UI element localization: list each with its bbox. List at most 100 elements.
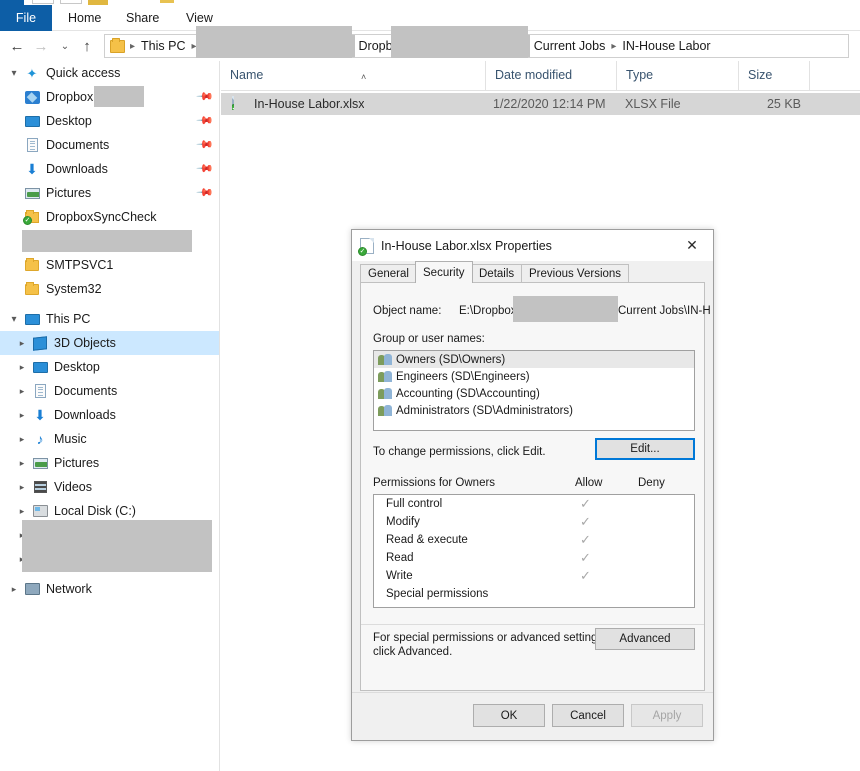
picture-icon xyxy=(25,188,40,199)
tab-file[interactable]: File xyxy=(0,5,52,31)
cancel-button[interactable]: Cancel xyxy=(552,704,624,727)
sidebar-item-documents[interactable]: ▸Documents xyxy=(0,379,219,403)
column-header-type[interactable]: Type xyxy=(617,61,739,90)
tab-home[interactable]: Home xyxy=(58,5,111,31)
tab-general[interactable]: General xyxy=(360,264,417,283)
sidebar-item-music[interactable]: ▸♪Music xyxy=(0,427,219,451)
sidebar-item-network[interactable]: ▸Network xyxy=(0,577,219,601)
dropbox-icon xyxy=(25,91,40,104)
divider xyxy=(352,692,713,693)
column-header-size[interactable]: Size xyxy=(739,61,810,90)
back-icon[interactable]: ← xyxy=(6,35,28,57)
download-icon: ⬇ xyxy=(26,162,38,176)
chevron-right-icon[interactable]: ▸ xyxy=(14,458,30,469)
sidebar-item-dropboxsynccheck[interactable]: ✓DropboxSyncCheck xyxy=(0,205,219,229)
sidebar-item-pictures[interactable]: ▸Pictures xyxy=(0,451,219,475)
tab-share[interactable]: Share xyxy=(116,5,169,31)
sidebar-item-desktop[interactable]: Desktop📌 xyxy=(0,109,219,133)
sidebar-item-label: Downloads xyxy=(54,408,219,422)
group-list[interactable]: Owners (SD\Owners)Engineers (SD\Engineer… xyxy=(373,350,695,431)
breadcrumb-item-current-jobs[interactable]: Current Jobs xyxy=(530,39,610,53)
sidebar-item-redacted-6[interactable] xyxy=(0,229,219,253)
chevron-right-icon[interactable]: ▸ xyxy=(14,506,30,517)
pin-icon[interactable]: 📌 xyxy=(198,115,209,126)
ok-button[interactable]: OK xyxy=(473,704,545,727)
table-row[interactable]: ✓In-House Labor.xlsx1/22/2020 12:14 PMXL… xyxy=(221,93,860,115)
sync-folder-icon: ✓ xyxy=(25,212,39,223)
column-header-name-label: Name xyxy=(230,68,263,82)
chevron-right-icon[interactable]: ▸ xyxy=(14,410,30,421)
tab-previous-versions[interactable]: Previous Versions xyxy=(521,264,629,283)
video-icon xyxy=(34,481,47,493)
list-item[interactable]: Administrators (SD\Administrators) xyxy=(374,402,694,419)
sort-ascending-icon: ˄ xyxy=(361,63,366,90)
column-header-date-modified[interactable]: Date modified xyxy=(486,61,617,90)
pin-icon[interactable]: 📌 xyxy=(198,139,209,150)
forward-icon[interactable]: → xyxy=(30,35,52,57)
quick-access-toolbar-item-2[interactable] xyxy=(60,0,82,4)
sidebar-item-dropbox[interactable]: Dropbox📌 xyxy=(0,85,219,109)
list-item[interactable]: Owners (SD\Owners) xyxy=(374,351,694,368)
deny-column-header: Deny xyxy=(638,477,665,489)
tab-details[interactable]: Details xyxy=(471,264,522,283)
up-icon[interactable]: ↑ xyxy=(76,35,98,57)
sidebar-item-videos[interactable]: ▸ Videos xyxy=(0,475,219,499)
sidebar-item-system32[interactable]: System32 xyxy=(0,277,219,301)
chevron-right-icon[interactable]: ▸ xyxy=(14,434,30,445)
breadcrumb-separator: ▸ xyxy=(609,41,618,52)
sidebar-item-smtpsvc1[interactable]: SMTPSVC1 xyxy=(0,253,219,277)
sidebar-group-this-pc[interactable]: ▾ This PC xyxy=(0,307,219,331)
permission-row[interactable]: Modify✓ xyxy=(374,513,694,531)
close-icon[interactable]: ✕ xyxy=(671,231,713,261)
chevron-right-icon[interactable]: ▸ xyxy=(14,362,30,373)
permission-row[interactable]: Read & execute✓ xyxy=(374,531,694,549)
column-header-name[interactable]: Name ˄ xyxy=(221,61,486,90)
permission-row[interactable]: Read✓ xyxy=(374,549,694,567)
permission-label: Full control xyxy=(374,498,442,510)
chevron-down-icon[interactable]: ▾ xyxy=(6,314,22,325)
sidebar-item-desktop[interactable]: ▸ Desktop xyxy=(0,355,219,379)
breadcrumb-item-in-house-labor[interactable]: IN-House Labor xyxy=(618,39,714,53)
sidebar-group-label: This PC xyxy=(46,312,219,326)
pin-icon[interactable]: 📌 xyxy=(198,187,209,198)
chevron-right-icon[interactable]: ▸ xyxy=(14,482,30,493)
sidebar-group-quick-access[interactable]: ▾✦Quick access xyxy=(0,61,219,85)
object-name-suffix: Current Jobs\IN-H xyxy=(618,305,711,317)
edit-button[interactable]: Edit... xyxy=(595,438,695,460)
file-explorer-window: File Home Share View ← → ⌄ ↑ ▸ This PC ▸… xyxy=(0,0,860,771)
permission-row[interactable]: Full control ✓ xyxy=(374,495,694,513)
permission-row[interactable]: Special permissions xyxy=(374,585,694,603)
sidebar-item-pc-redacted-9[interactable]: ▸ xyxy=(0,547,219,571)
advanced-button[interactable]: Advanced xyxy=(595,628,695,650)
document-icon xyxy=(35,384,46,398)
permission-row[interactable]: Write✓ xyxy=(374,567,694,585)
chevron-right-icon[interactable]: ▸ xyxy=(14,386,30,397)
chevron-down-icon[interactable]: ▾ xyxy=(6,68,22,79)
sidebar-item-label: Desktop xyxy=(54,360,219,374)
chevron-right-icon[interactable]: ▸ xyxy=(6,584,22,595)
sidebar-item-documents[interactable]: Documents📌 xyxy=(0,133,219,157)
sidebar-item-downloads[interactable]: ▸⬇Downloads xyxy=(0,403,219,427)
cell-type: XLSX File xyxy=(625,97,681,111)
sidebar-item-3d-objects[interactable]: ▸3D Objects xyxy=(0,331,219,355)
sidebar-item-pictures[interactable]: Pictures📌 xyxy=(0,181,219,205)
quick-access-toolbar-item-1[interactable] xyxy=(32,0,54,4)
chevron-right-icon[interactable]: ▸ xyxy=(14,338,30,349)
pin-icon[interactable]: 📌 xyxy=(198,163,209,174)
list-item[interactable]: Engineers (SD\Engineers) xyxy=(374,368,694,385)
pin-icon[interactable]: 📌 xyxy=(198,91,209,102)
properties-dialog[interactable]: ✓ In-House Labor.xlsx Properties ✕ Gener… xyxy=(351,229,714,741)
navigation-pane[interactable]: ▾✦Quick accessDropbox📌Desktop📌Documents📌… xyxy=(0,61,220,771)
sidebar-item-downloads[interactable]: ⬇Downloads📌 xyxy=(0,157,219,181)
list-item[interactable]: Accounting (SD\Accounting) xyxy=(374,385,694,402)
allow-check-icon: ✓ xyxy=(580,495,591,513)
tab-security[interactable]: Security xyxy=(415,261,473,283)
sidebar-item-label: Videos xyxy=(54,480,219,494)
xlsx-file-icon: ✓ xyxy=(360,238,374,254)
group-or-user-names-label: Group or user names: xyxy=(373,333,485,345)
chevron-down-icon[interactable]: ⌄ xyxy=(54,35,76,57)
allow-check-icon: ✓ xyxy=(580,567,591,585)
permissions-list[interactable]: Full control✓Modify✓Read & execute✓Read✓… xyxy=(373,494,695,608)
breadcrumb-item-this-pc[interactable]: This PC xyxy=(137,39,189,53)
sidebar-item-label: Music xyxy=(54,432,219,446)
